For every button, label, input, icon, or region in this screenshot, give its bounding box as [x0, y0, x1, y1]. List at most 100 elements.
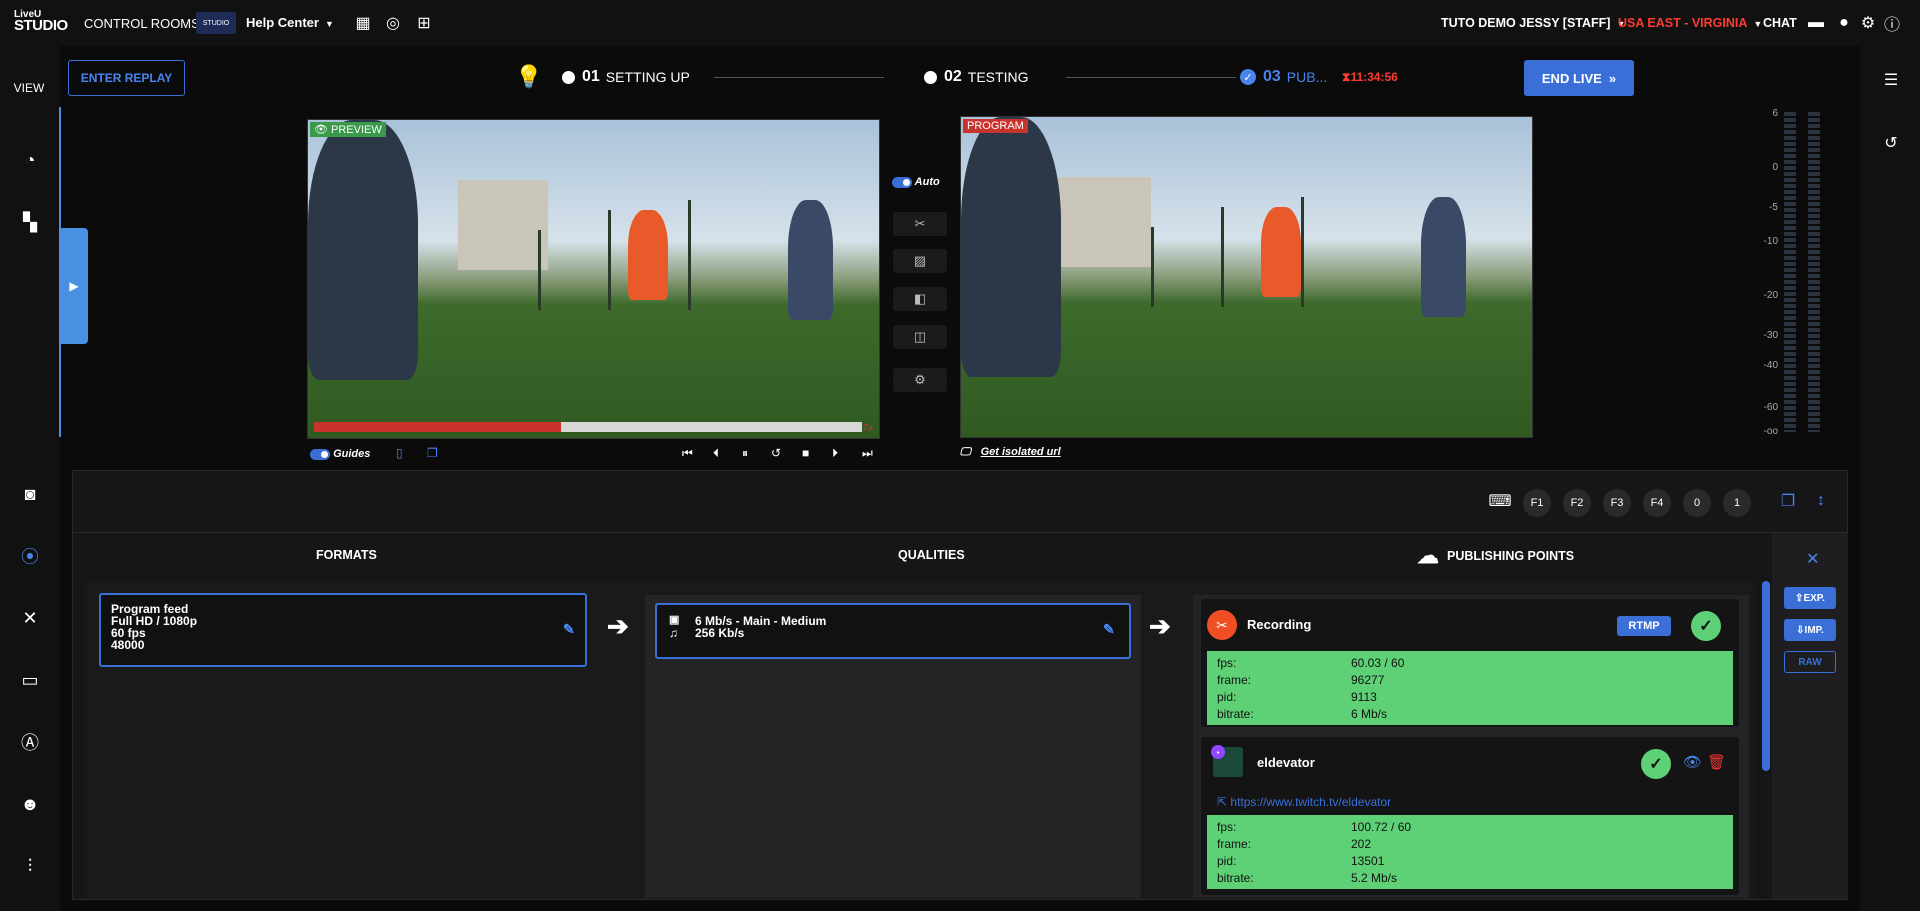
- eye-icon[interactable]: 👁: [1683, 753, 1702, 771]
- step-setting-up[interactable]: 01 SETTING UP: [562, 68, 690, 86]
- skip-end-icon[interactable]: ⏭: [862, 446, 873, 461]
- download-icon: ⇩: [1796, 624, 1805, 636]
- help-center-logo: STUDIO: [196, 12, 236, 34]
- preview-progress-bar[interactable]: [314, 422, 862, 432]
- grid-layout-icon[interactable]: ▚: [18, 210, 42, 234]
- program-feed-format[interactable]: Program feed Full HD / 1080p 60 fps 4800…: [99, 593, 587, 667]
- fkey-f4[interactable]: F4: [1643, 489, 1671, 517]
- keyboard-icon[interactable]: ⌨: [1488, 491, 1511, 511]
- key-0[interactable]: 0: [1683, 489, 1711, 517]
- fkey-f2[interactable]: F2: [1563, 489, 1591, 517]
- lightbulb-icon[interactable]: 💡: [515, 64, 542, 90]
- vertical-resize-icon[interactable]: ↕: [1811, 491, 1831, 511]
- arrow-right-icon: ➔: [1149, 611, 1171, 641]
- region-dropdown[interactable]: USA EAST - VIRGINIA ▼: [1618, 16, 1762, 30]
- formats-header: FORMATS: [316, 548, 377, 562]
- step-back-icon[interactable]: ⏴: [713, 446, 719, 461]
- edit-pencil-icon[interactable]: ✎: [563, 622, 575, 636]
- copy-layers-icon[interactable]: ❐: [1778, 491, 1798, 511]
- broadcast-icon[interactable]: ⦿: [18, 544, 42, 568]
- raw-button[interactable]: RAW: [1784, 651, 1836, 673]
- check-icon: ✓: [1240, 69, 1256, 85]
- user-dropdown[interactable]: TUTO DEMO JESSY [STAFF] ▼: [1441, 16, 1625, 30]
- list-icon[interactable]: ☰: [1880, 69, 1902, 91]
- scrollbar[interactable]: [1762, 581, 1770, 771]
- caret-down-icon: ▼: [1753, 19, 1763, 29]
- liveu-studio-logo[interactable]: LiveU STUDIO: [14, 9, 70, 37]
- chat-icon[interactable]: ▬: [1806, 13, 1826, 33]
- copy-icon[interactable]: ❐: [427, 446, 438, 460]
- cut-transition-button[interactable]: ✂: [893, 212, 947, 236]
- twitch-avatar: ▪: [1211, 745, 1243, 777]
- export-button[interactable]: ⇪ EXP.: [1784, 587, 1836, 609]
- view-label[interactable]: VIEW: [0, 81, 60, 95]
- fade-icon: ◧: [913, 291, 927, 306]
- get-isolated-url-link[interactable]: 🖵 Get isolated url: [960, 446, 1061, 459]
- eldevator-stats: fps: 100.72 / 60 frame: 202 pid: 13501 bitr…: [1207, 815, 1733, 889]
- meter-channel-right: [1808, 112, 1820, 432]
- step-forward-icon[interactable]: ⏵: [832, 446, 838, 461]
- undo-icon[interactable]: ↺: [1880, 132, 1902, 154]
- sliders-icon[interactable]: ⫶: [18, 854, 42, 878]
- step-publishing[interactable]: ✓ 03 PUB...: [1240, 68, 1327, 86]
- live-timer: ⧗11:34:56: [1342, 70, 1398, 84]
- stop-icon[interactable]: ■: [802, 446, 809, 460]
- expand-panel-button[interactable]: ▶: [60, 228, 88, 344]
- mobile-icon[interactable]: ▯: [396, 446, 403, 460]
- calendar-icon[interactable]: ▦: [353, 13, 373, 33]
- image-icon: ▣: [669, 614, 680, 626]
- gear-icon: ⚙: [914, 372, 926, 387]
- control-rooms-link[interactable]: CONTROL ROOMS: [84, 16, 200, 31]
- info-icon[interactable]: ⓘ: [1882, 13, 1902, 34]
- status-ok-icon: ✓: [1691, 611, 1721, 641]
- fkey-f3[interactable]: F3: [1603, 489, 1631, 517]
- cloud-upload-icon: ☁: [1417, 543, 1439, 568]
- publishing-point-eldevator[interactable]: ▪ eldevator ✓ 👁 🗑 ⇱ https://www.twitch.t…: [1201, 737, 1739, 895]
- key-1[interactable]: 1: [1723, 489, 1751, 517]
- gear-icon[interactable]: ⚙: [1858, 13, 1878, 33]
- dashboard-gauge-icon[interactable]: ◔: [18, 148, 42, 172]
- preview-video[interactable]: 👁 PREVIEW 7x: [307, 119, 880, 439]
- guides-toggle[interactable]: Guides: [310, 448, 370, 460]
- skip-start-icon[interactable]: ⏮: [682, 446, 693, 461]
- edit-pencil-icon[interactable]: ✎: [1103, 622, 1115, 636]
- user-icon[interactable]: ●: [1834, 13, 1854, 33]
- auto-transition-toggle[interactable]: Auto: [892, 176, 940, 188]
- end-live-button[interactable]: END LIVE»: [1524, 60, 1634, 96]
- replay-icon[interactable]: ↺: [771, 446, 781, 460]
- chat-label[interactable]: CHAT: [1763, 16, 1797, 30]
- stinger-transition-button[interactable]: ◫: [893, 325, 947, 349]
- help-center-dropdown[interactable]: Help Center ▼: [246, 15, 334, 30]
- top-bar: LiveU STUDIO CONTROL ROOMS STUDIO Help C…: [0, 0, 1920, 46]
- quality-item[interactable]: ▣ ♫ 6 Mb/s - Main - Medium 256 Kb/s ✎: [655, 603, 1131, 659]
- wipe-transition-button[interactable]: ▨: [893, 249, 947, 273]
- caret-down-icon: ▼: [324, 19, 334, 29]
- pause-icon[interactable]: ⏸: [742, 446, 748, 461]
- step-dot-icon: [562, 70, 575, 84]
- message-icon[interactable]: ▭: [18, 668, 42, 692]
- step-testing[interactable]: 02 TESTING: [924, 68, 1028, 86]
- transition-settings-button[interactable]: ⚙: [893, 368, 947, 392]
- enter-replay-button[interactable]: ENTER REPLAY: [68, 60, 185, 96]
- trash-icon[interactable]: 🗑: [1707, 753, 1726, 771]
- users-icon[interactable]: ☻: [18, 792, 42, 816]
- audio-meter: 6 0 -5 -10 -20 -30 -40 -60 -oo: [1750, 108, 1850, 438]
- text-overlay-icon[interactable]: Ⓐ: [18, 730, 42, 754]
- publishing-point-recording[interactable]: ✂ Recording RTMP ✓ fps: 60.03 / 60 frame:…: [1201, 599, 1739, 727]
- layout-icon[interactable]: ⊞: [414, 13, 434, 33]
- lifebuoy-icon[interactable]: ◎: [383, 13, 403, 33]
- rtmp-badge: RTMP: [1617, 616, 1671, 636]
- scissors-icon: ✂: [914, 216, 926, 231]
- step-connector: [1066, 77, 1236, 78]
- camera-icon[interactable]: ◙: [18, 482, 42, 506]
- mix-transition-button[interactable]: ◧: [893, 287, 947, 311]
- tools-icon[interactable]: ✕: [18, 606, 42, 630]
- close-icon[interactable]: ✕: [1806, 549, 1819, 569]
- program-tag: PROGRAM: [963, 119, 1028, 133]
- publishing-points-header: ☁ PUBLISHING POINTS: [1417, 543, 1575, 568]
- toggle-switch: [310, 448, 330, 460]
- fkey-f1[interactable]: F1: [1523, 489, 1551, 517]
- recording-icon: ✂: [1207, 610, 1237, 640]
- import-button[interactable]: ⇩ IMP.: [1784, 619, 1836, 641]
- twitch-url-link[interactable]: ⇱ https://www.twitch.tv/eldevator: [1217, 795, 1391, 809]
